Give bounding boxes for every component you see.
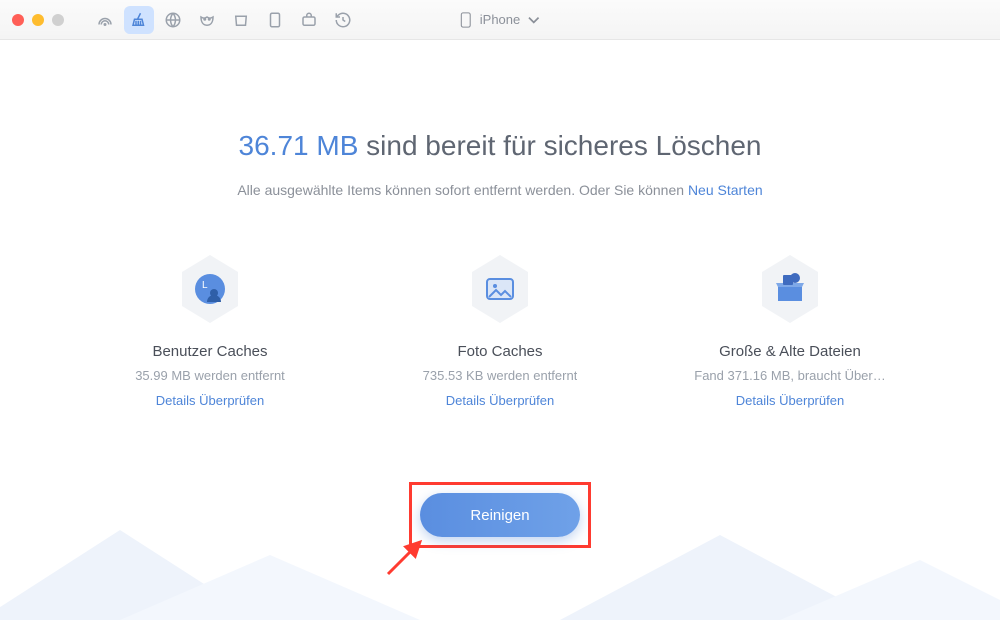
mask-icon[interactable]	[192, 6, 222, 34]
chevron-down-icon	[528, 12, 540, 28]
clean-button-highlight: Reinigen	[409, 482, 591, 548]
card-title: Benutzer Caches	[152, 343, 267, 360]
card-subtitle: Fand 371.16 MB, braucht Über…	[694, 368, 886, 383]
card-title: Foto Caches	[457, 343, 542, 360]
close-window[interactable]	[12, 14, 24, 26]
toolbar-tabs	[90, 6, 358, 34]
briefcase-icon[interactable]	[294, 6, 324, 34]
large-files-icon	[758, 253, 822, 325]
details-link[interactable]: Details Überprüfen	[736, 393, 844, 408]
zoom-window[interactable]	[52, 14, 64, 26]
clean-button[interactable]: Reinigen	[420, 493, 580, 537]
antenna-icon[interactable]	[90, 6, 120, 34]
headline-size: 36.71 MB	[239, 130, 359, 161]
main-content: 36.71 MB sind bereit für sicheres Lösche…	[0, 40, 1000, 620]
phone-icon	[460, 12, 472, 28]
history-icon[interactable]	[328, 6, 358, 34]
tablet-icon[interactable]	[260, 6, 290, 34]
details-link[interactable]: Details Überprüfen	[446, 393, 554, 408]
window-controls	[12, 14, 64, 26]
titlebar: iPhone	[0, 0, 1000, 40]
restart-link[interactable]: Neu Starten	[688, 182, 763, 198]
cards-row: L Benutzer Caches 35.99 MB werden entfer…	[90, 253, 910, 408]
headline-text: sind bereit für sicheres Löschen	[366, 130, 761, 161]
minimize-window[interactable]	[32, 14, 44, 26]
card-subtitle: 735.53 KB werden entfernt	[423, 368, 578, 383]
device-name: iPhone	[480, 12, 520, 27]
trash-icon[interactable]	[226, 6, 256, 34]
card-large-old-files: Große & Alte Dateien Fand 371.16 MB, bra…	[670, 253, 910, 408]
photo-caches-icon	[468, 253, 532, 325]
device-selector[interactable]: iPhone	[460, 12, 540, 28]
card-title: Große & Alte Dateien	[719, 343, 861, 360]
card-user-caches: L Benutzer Caches 35.99 MB werden entfer…	[90, 253, 330, 408]
card-subtitle: 35.99 MB werden entfernt	[135, 368, 285, 383]
globe-icon[interactable]	[158, 6, 188, 34]
clean-button-label: Reinigen	[470, 507, 529, 524]
headline: 36.71 MB sind bereit für sicheres Lösche…	[0, 130, 1000, 162]
subline-text: Alle ausgewählte Items können sofort ent…	[237, 182, 688, 198]
subline: Alle ausgewählte Items können sofort ent…	[0, 182, 1000, 198]
broom-icon[interactable]	[124, 6, 154, 34]
card-photo-caches: Foto Caches 735.53 KB werden entfernt De…	[380, 253, 620, 408]
details-link[interactable]: Details Überprüfen	[156, 393, 264, 408]
svg-text:L: L	[202, 280, 208, 291]
user-caches-icon: L	[178, 253, 242, 325]
